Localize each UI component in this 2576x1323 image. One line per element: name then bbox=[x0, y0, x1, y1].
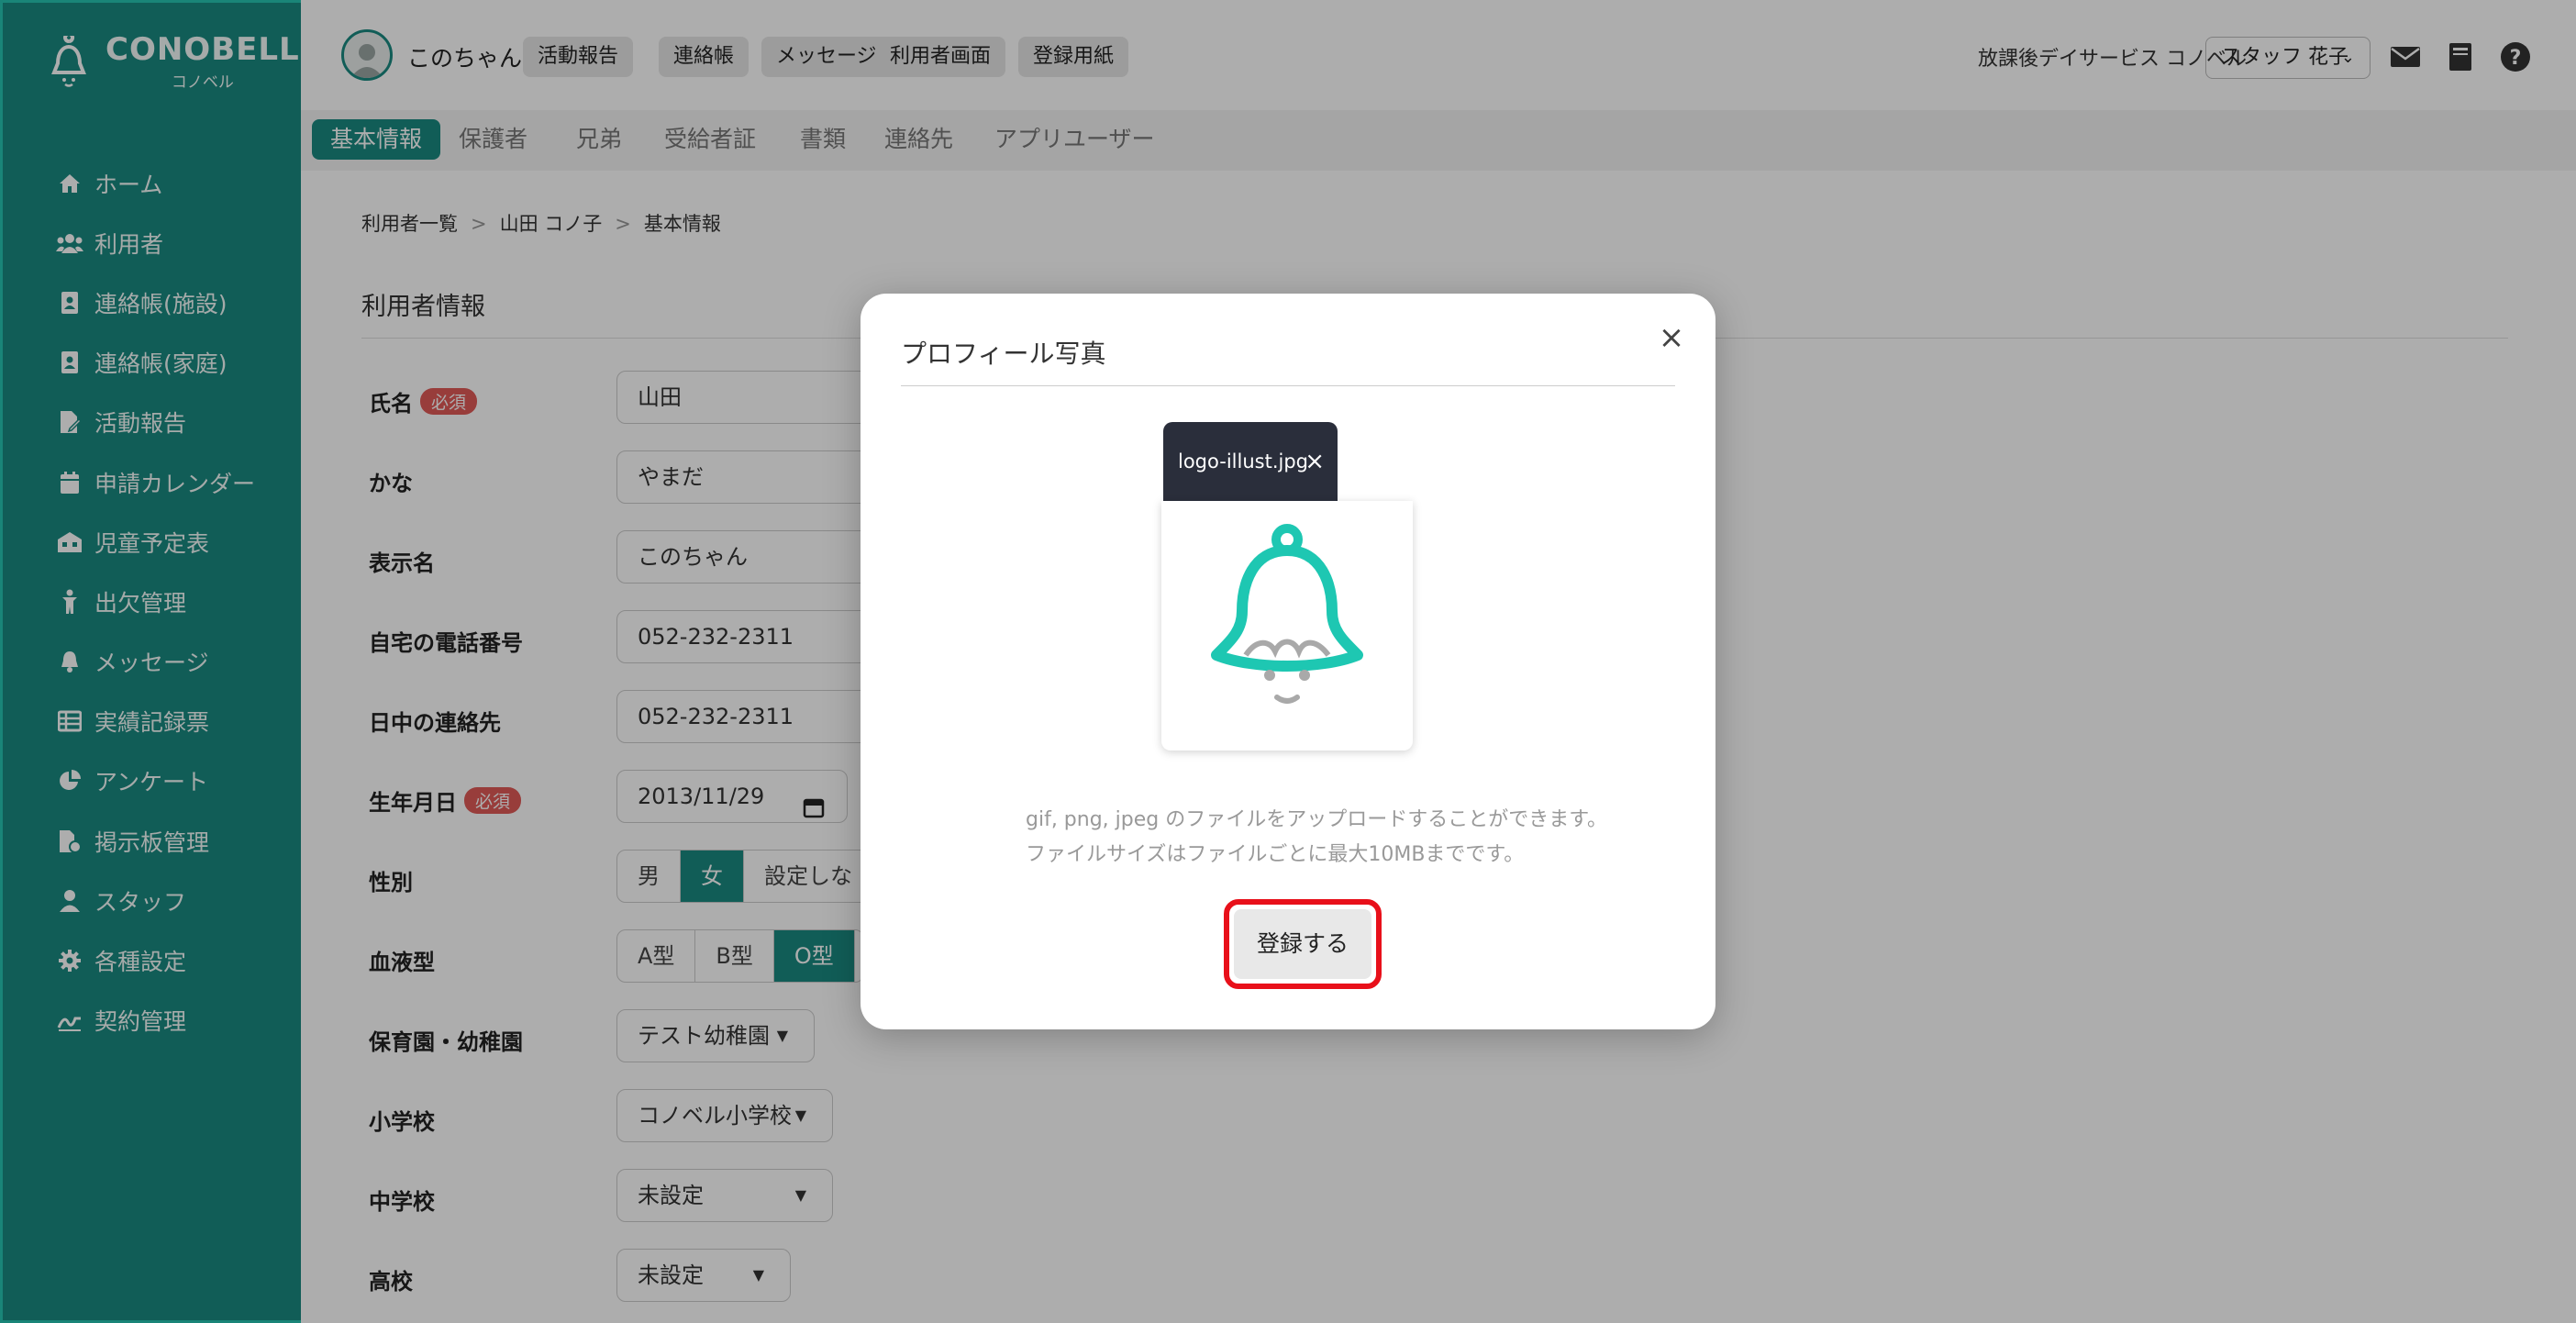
image-preview bbox=[1161, 501, 1413, 750]
remove-file-icon[interactable]: × bbox=[1305, 422, 1325, 501]
file-tag: logo-illust.jpg × bbox=[1163, 422, 1338, 501]
divider bbox=[901, 385, 1675, 386]
file-name: logo-illust.jpg bbox=[1178, 450, 1308, 472]
bell-character-illustration bbox=[1211, 524, 1363, 704]
modal-title: プロフィール写真 bbox=[901, 339, 1106, 369]
register-button-highlight: 登録する bbox=[1224, 899, 1382, 989]
profile-photo-modal: プロフィール写真 × logo-illust.jpg × gif, png, j… bbox=[861, 294, 1715, 1029]
upload-hint: gif, png, jpeg のファイルをアップロードすることができます。 ファ… bbox=[1026, 803, 1607, 873]
register-button[interactable]: 登録する bbox=[1234, 909, 1371, 979]
upload-hint-line: gif, png, jpeg のファイルをアップロードすることができます。 bbox=[1026, 808, 1608, 831]
upload-hint-line: ファイルサイズはファイルごとに最大10MBまでです。 bbox=[1026, 843, 1525, 866]
close-icon[interactable]: × bbox=[1655, 321, 1688, 354]
